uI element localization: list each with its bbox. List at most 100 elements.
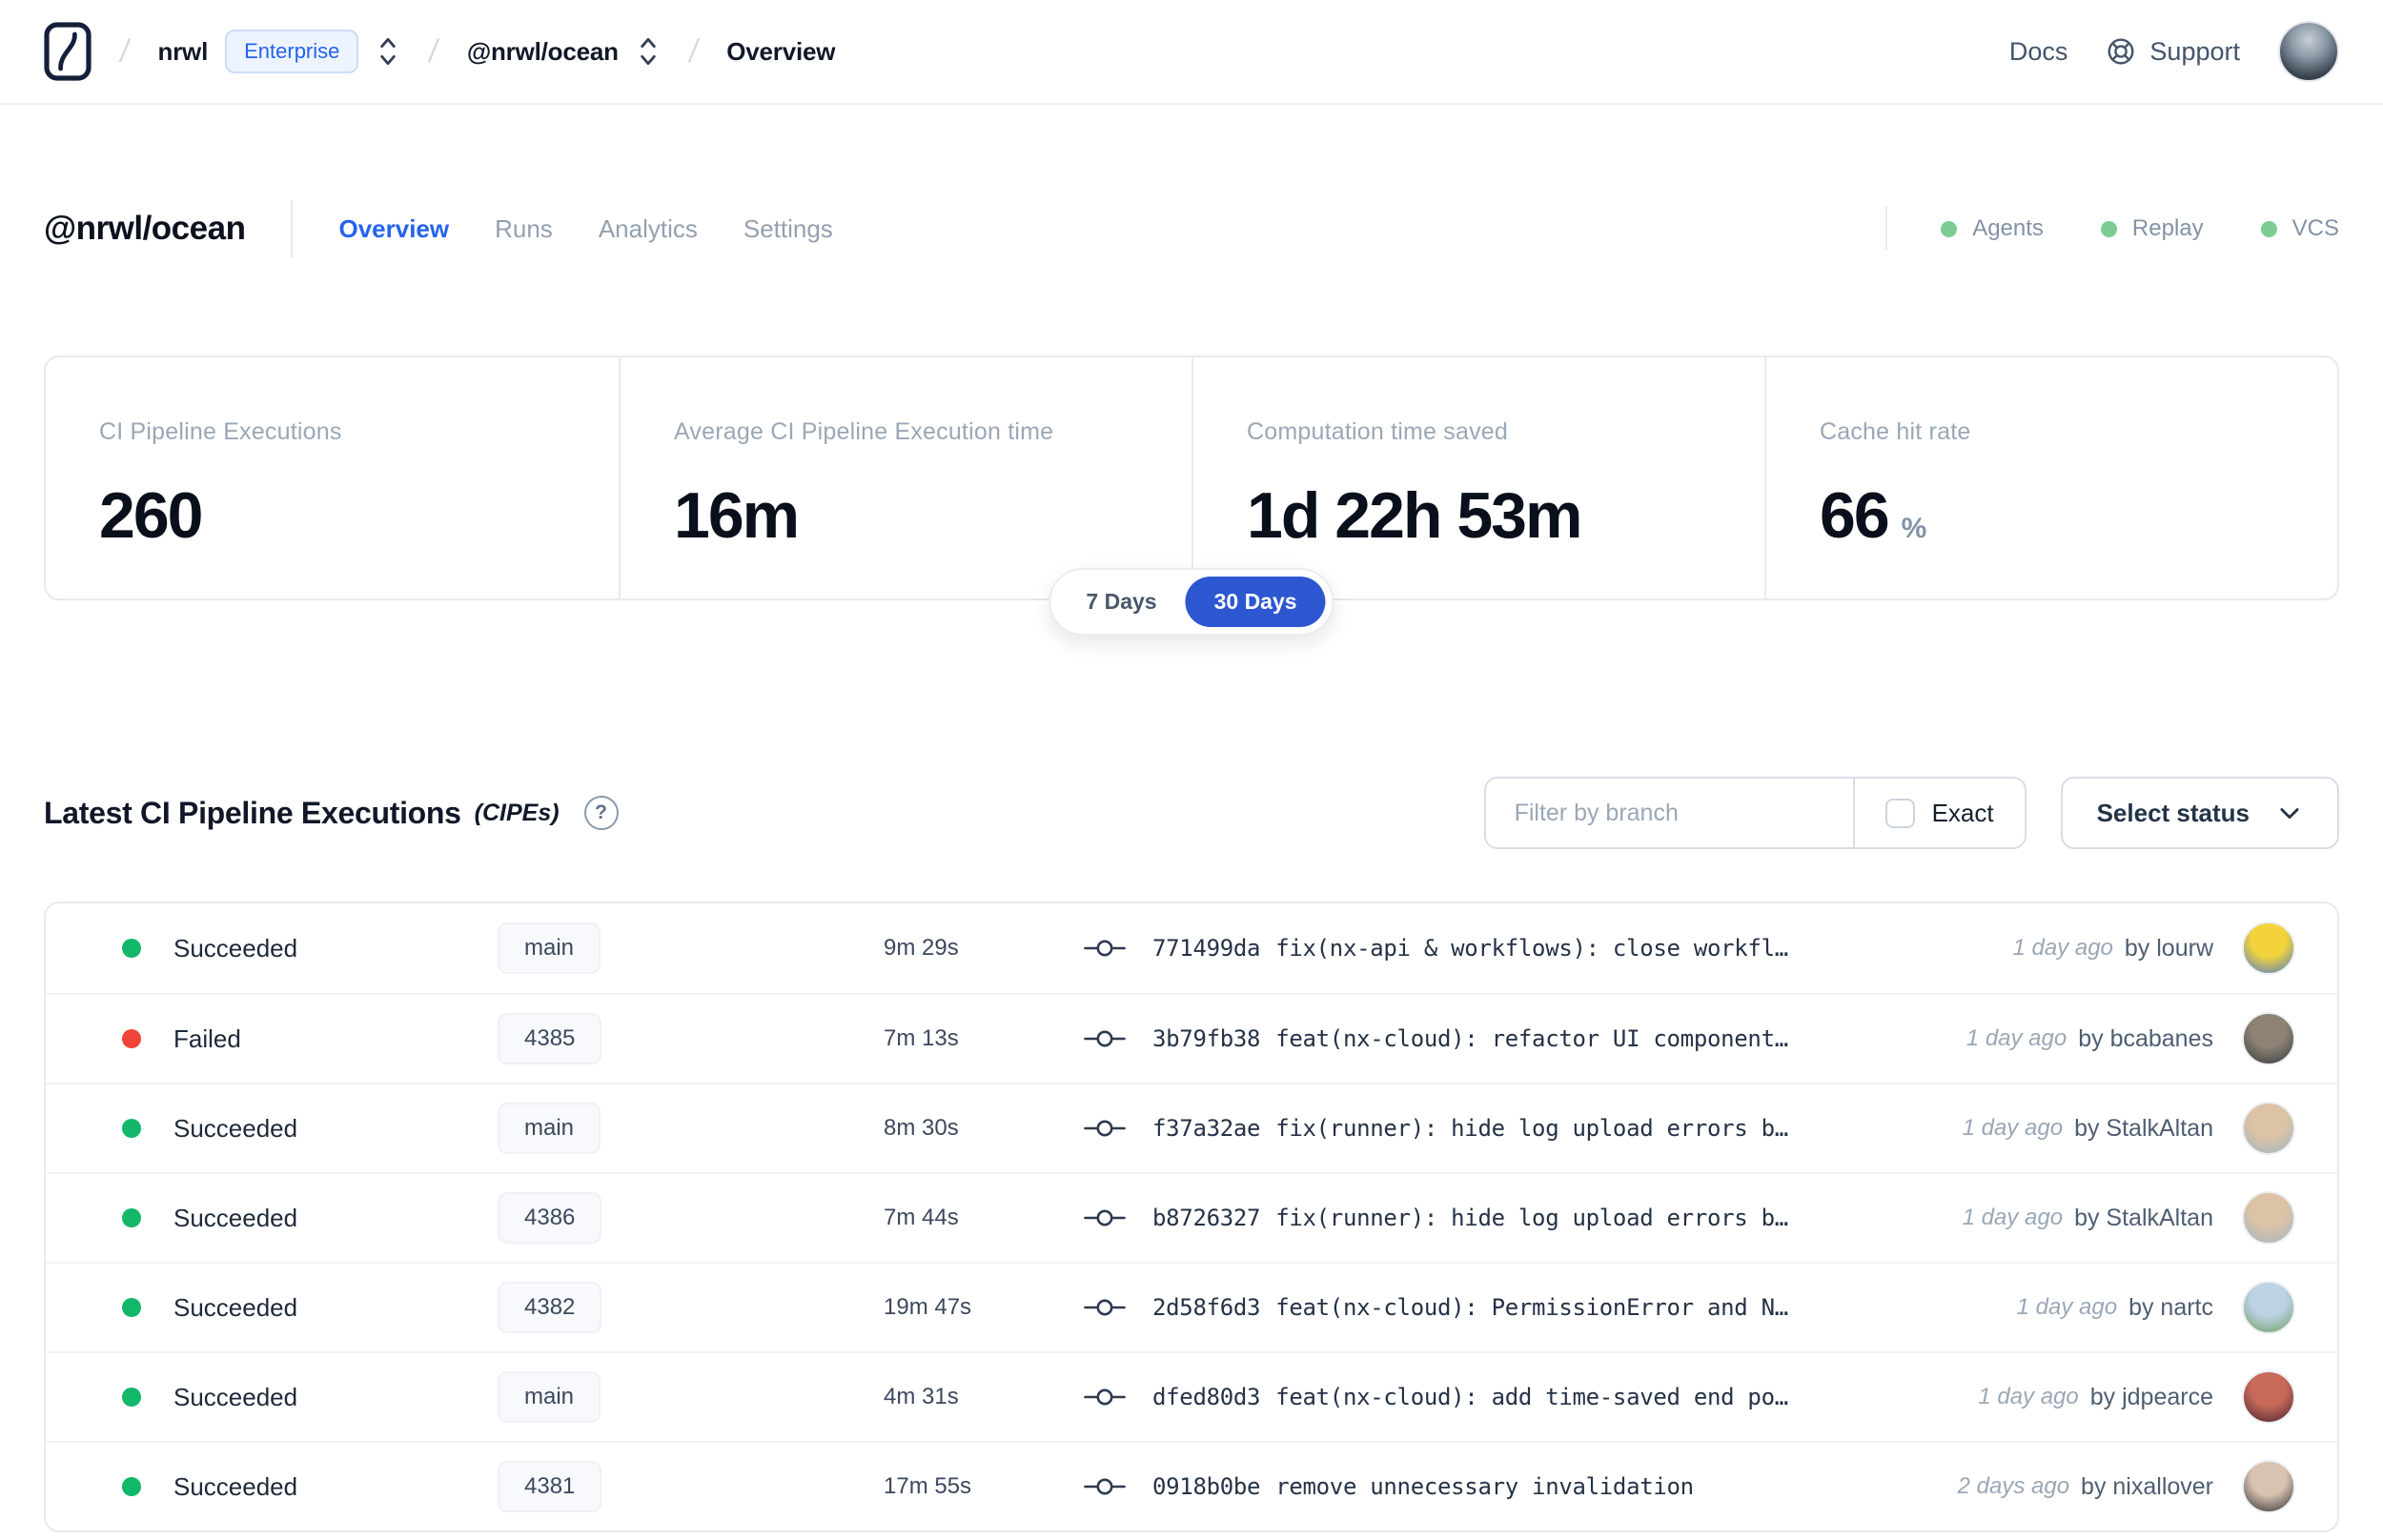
commit-cell[interactable]: b8726327 fix(runner): hide log upload err… xyxy=(1084,1205,1963,1231)
stat-value: 66 xyxy=(1820,479,1890,552)
cipe-row[interactable]: Succeeded main 9m 29s 771499da fix(nx-api… xyxy=(46,903,2337,993)
author-label: by StalkAltan xyxy=(2074,1204,2213,1231)
range-7-days[interactable]: 7 Days xyxy=(1057,577,1185,627)
cipe-row[interactable]: Succeeded main 4m 31s dfed80d3 feat(nx-cl… xyxy=(46,1351,2337,1441)
feature-label: Agents xyxy=(1972,215,2044,241)
duration-label: 19m 47s xyxy=(884,1294,972,1320)
feature-agents: Agents xyxy=(1941,215,2044,242)
tab-overview[interactable]: Overview xyxy=(338,214,449,244)
lifebuoy-icon xyxy=(2108,38,2134,65)
cipe-status-cell: Succeeded xyxy=(88,1383,498,1412)
commit-cell[interactable]: 2d58f6d3 feat(nx-cloud): PermissionError … xyxy=(1084,1294,2017,1321)
support-label: Support xyxy=(2149,36,2240,66)
section-title: Latest CI Pipeline Executions xyxy=(44,795,461,830)
breadcrumb-separator: / xyxy=(686,32,702,70)
status-dot-icon xyxy=(2100,220,2117,237)
author-label: by jdpearce xyxy=(2089,1383,2213,1410)
help-icon[interactable]: ? xyxy=(583,796,619,830)
stat-value: 1d 22h 53m xyxy=(1247,479,1582,552)
status-dot-icon xyxy=(122,1477,141,1496)
chevron-updown-icon[interactable] xyxy=(376,34,400,69)
branch-badge[interactable]: main xyxy=(498,1371,601,1423)
docs-link[interactable]: Docs xyxy=(2009,37,2068,67)
commit-cell[interactable]: dfed80d3 feat(nx-cloud): add time-saved e… xyxy=(1084,1384,1978,1410)
commit-message: feat(nx-cloud): refactor UI component… xyxy=(1275,1025,1788,1052)
commit-cell[interactable]: f37a32ae fix(runner): hide log upload err… xyxy=(1084,1115,1963,1142)
range-30-days[interactable]: 30 Days xyxy=(1185,577,1326,627)
chevron-updown-icon[interactable] xyxy=(636,34,661,69)
time-ago-label: 1 day ago xyxy=(2016,1294,2118,1320)
cipe-status-cell: Succeeded xyxy=(88,1293,498,1323)
git-commit-icon xyxy=(1084,1120,1126,1137)
status-dot-icon xyxy=(122,1298,141,1317)
user-avatar[interactable] xyxy=(2278,21,2339,82)
status-label: Succeeded xyxy=(173,1382,298,1411)
cipe-status-cell: Succeeded xyxy=(88,1472,498,1502)
tab-analytics[interactable]: Analytics xyxy=(599,214,698,244)
time-ago-label: 1 day ago xyxy=(1965,1025,2067,1051)
exact-match-toggle[interactable]: Exact xyxy=(1852,779,2025,847)
duration-label: 7m 13s xyxy=(884,1025,959,1051)
git-commit-icon xyxy=(1084,1209,1126,1226)
stat-label: Computation time saved xyxy=(1247,418,1508,445)
cipe-meta-cell: 1 day ago by StalkAltan xyxy=(1963,1191,2295,1245)
commit-message: fix(nx-api & workflows): close workfl… xyxy=(1275,935,1788,962)
author-avatar[interactable] xyxy=(2242,922,2295,975)
top-navbar: / nrwl Enterprise / @nrwl/ocean / Overvi… xyxy=(0,0,2383,105)
branch-badge[interactable]: 4382 xyxy=(498,1282,602,1333)
branch-badge[interactable]: 4386 xyxy=(498,1192,602,1244)
exact-checkbox[interactable] xyxy=(1884,798,1915,828)
cipe-status-cell: Succeeded xyxy=(88,1204,498,1233)
git-commit-icon xyxy=(1084,1030,1126,1047)
author-avatar[interactable] xyxy=(2242,1460,2295,1513)
commit-text: 3b79fb38 feat(nx-cloud): refactor UI comp… xyxy=(1152,1025,1788,1052)
commit-cell[interactable]: 0918b0be remove unnecessary invalidation xyxy=(1084,1473,1958,1500)
time-ago-label: 1 day ago xyxy=(1978,1384,2079,1409)
commit-text: dfed80d3 feat(nx-cloud): add time-saved e… xyxy=(1152,1384,1788,1410)
branch-badge[interactable]: main xyxy=(498,1103,601,1154)
chevron-down-icon xyxy=(2280,808,2299,820)
author-avatar[interactable] xyxy=(2242,1370,2295,1424)
status-label: Failed xyxy=(173,1023,241,1053)
status-select-dropdown[interactable]: Select status xyxy=(2060,777,2339,849)
tab-runs[interactable]: Runs xyxy=(495,214,553,244)
status-dot-icon xyxy=(2260,220,2277,237)
cipe-row[interactable]: Failed 4385 7m 13s 3b79fb38 feat(nx-cloud… xyxy=(46,993,2337,1083)
workspace-selector[interactable]: @nrwl/ocean xyxy=(467,34,661,69)
commit-hash: 771499da xyxy=(1152,935,1261,962)
author-avatar[interactable] xyxy=(2242,1012,2295,1065)
git-commit-icon xyxy=(1084,1478,1126,1495)
tab-settings[interactable]: Settings xyxy=(743,214,833,244)
stat-label: Average CI Pipeline Execution time xyxy=(674,418,1054,445)
status-label: Succeeded xyxy=(173,933,298,962)
branch-filter-input[interactable] xyxy=(1485,779,1853,847)
commit-text: 2d58f6d3 feat(nx-cloud): PermissionError … xyxy=(1152,1294,1788,1321)
cipe-row[interactable]: Succeeded main 8m 30s f37a32ae fix(runner… xyxy=(46,1083,2337,1172)
cipe-row[interactable]: Succeeded 4381 17m 55s 0918b0be remove un… xyxy=(46,1441,2337,1530)
status-dot-icon xyxy=(122,1119,141,1138)
divider xyxy=(291,200,294,257)
commit-cell[interactable]: 3b79fb38 feat(nx-cloud): refactor UI comp… xyxy=(1084,1025,1966,1052)
author-avatar[interactable] xyxy=(2242,1102,2295,1155)
branch-badge[interactable]: 4381 xyxy=(498,1461,602,1512)
stat-ci-pipeline-executions: CI Pipeline Executions 260 xyxy=(46,357,619,598)
author-label: by nixallover xyxy=(2081,1472,2213,1500)
commit-message: feat(nx-cloud): add time-saved end po… xyxy=(1275,1384,1788,1410)
org-selector[interactable]: nrwl Enterprise xyxy=(157,30,400,73)
author-avatar[interactable] xyxy=(2242,1281,2295,1334)
duration-label: 4m 31s xyxy=(884,1384,959,1409)
git-commit-icon xyxy=(1084,940,1126,957)
commit-cell[interactable]: 771499da fix(nx-api & workflows): close w… xyxy=(1084,935,2012,962)
cipe-row[interactable]: Succeeded 4382 19m 47s 2d58f6d3 feat(nx-c… xyxy=(46,1262,2337,1351)
branch-badge[interactable]: 4385 xyxy=(498,1013,602,1064)
git-commit-icon xyxy=(1084,1388,1126,1406)
time-ago-label: 1 day ago xyxy=(1962,1205,2064,1230)
author-avatar[interactable] xyxy=(2242,1191,2295,1245)
commit-message: remove unnecessary invalidation xyxy=(1275,1473,1694,1500)
git-commit-icon xyxy=(1084,1299,1126,1316)
docs-label: Docs xyxy=(2008,36,2068,66)
nx-cloud-logo-icon[interactable] xyxy=(44,22,92,81)
cipe-row[interactable]: Succeeded 4386 7m 44s b8726327 fix(runner… xyxy=(46,1172,2337,1262)
branch-badge[interactable]: main xyxy=(498,922,601,974)
support-link[interactable]: Support xyxy=(2106,36,2240,67)
